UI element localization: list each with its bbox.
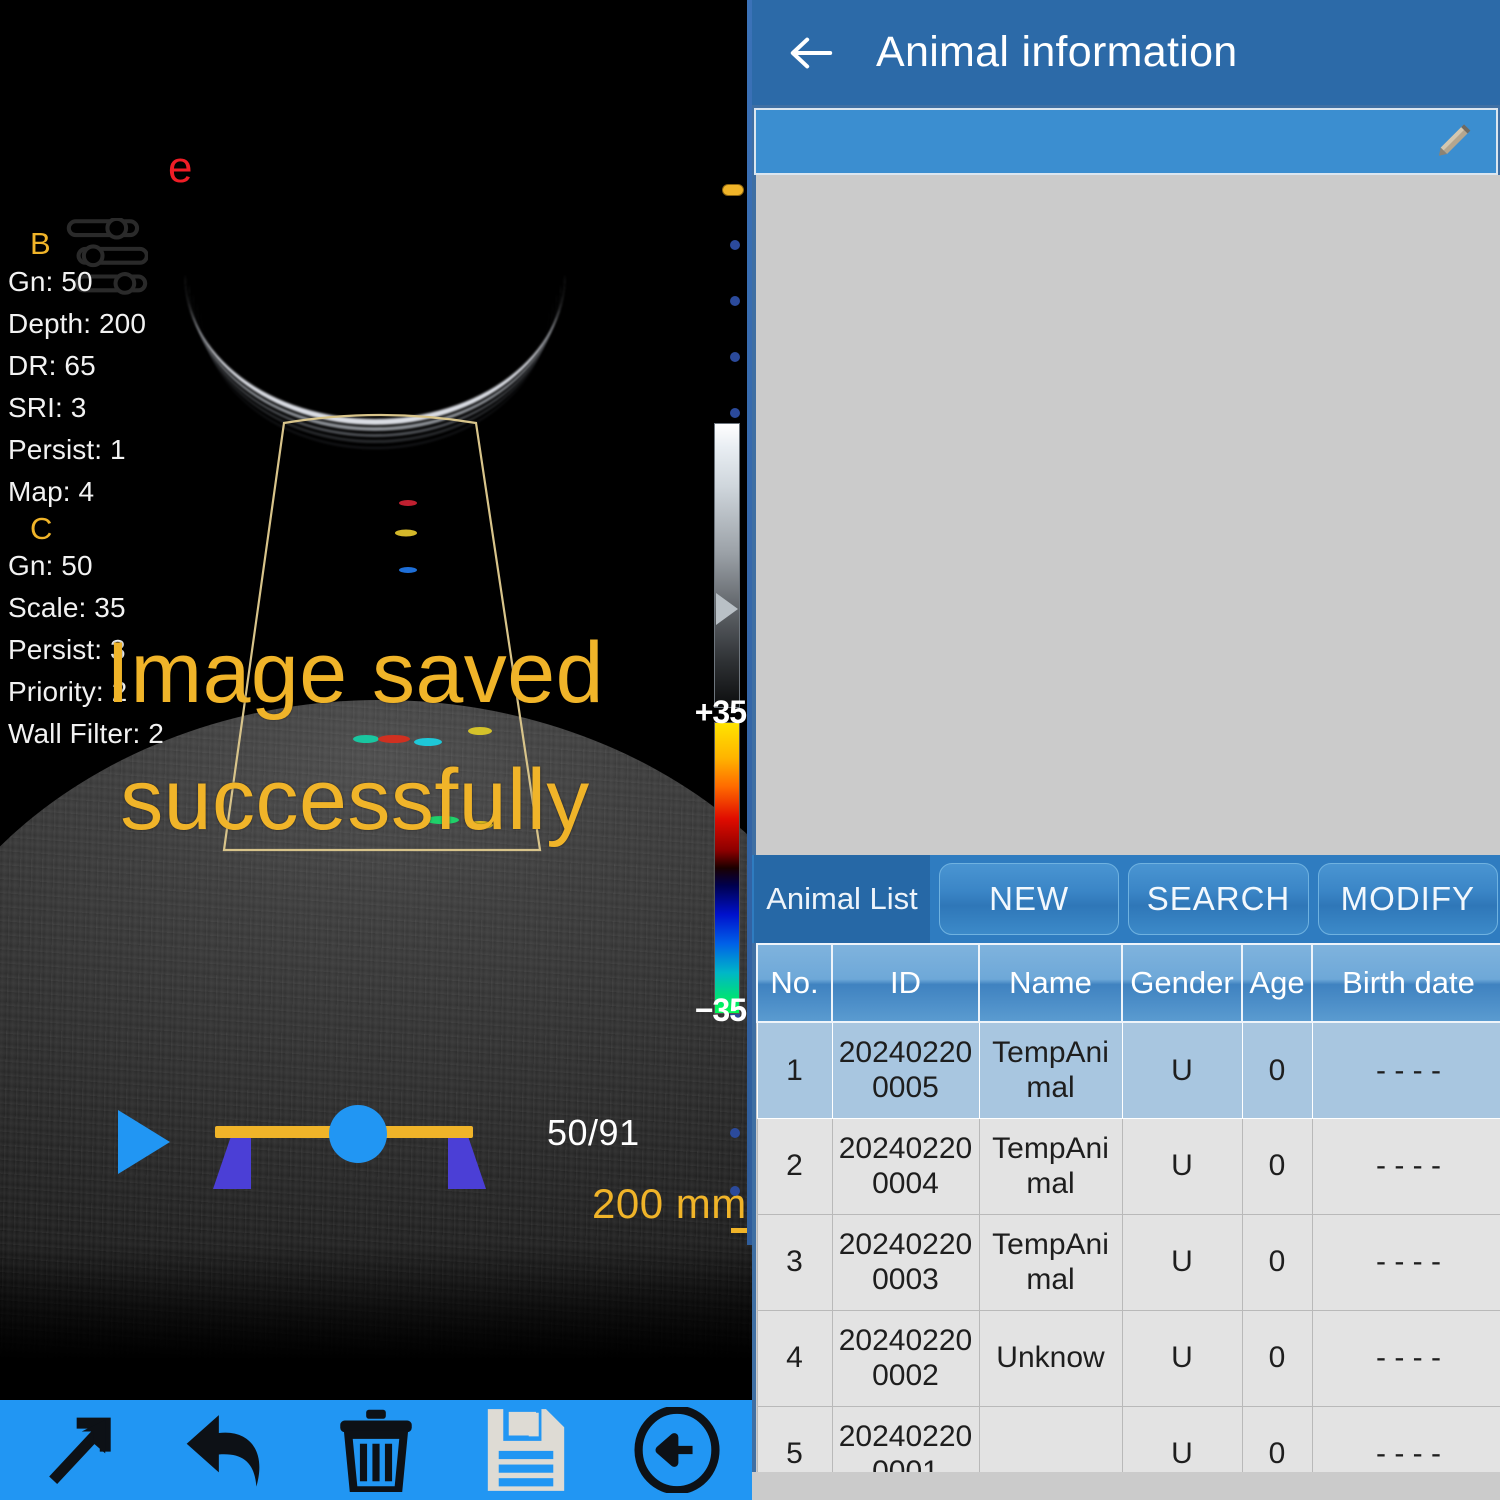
cell-birth: - - - - <box>1311 1405 1500 1472</box>
back-button[interactable] <box>602 1400 752 1500</box>
cell-no: 4 <box>756 1309 833 1407</box>
cell-id: 202402200005 <box>831 1021 980 1119</box>
doppler-scale-min: −35 <box>694 992 747 1028</box>
ultrasound-panel: e B Gn: 50 Depth: 200 DR: 65 SRI: 3 Pers… <box>0 0 752 1500</box>
table-header-row: No. ID Name Gender Age Birth date <box>756 943 1500 1023</box>
column-header[interactable]: Name <box>978 943 1123 1023</box>
search-button[interactable]: SEARCH <box>1128 863 1309 935</box>
cell-no: 3 <box>756 1213 833 1311</box>
cell-no: 5 <box>756 1405 833 1472</box>
pencil-icon[interactable] <box>1430 120 1474 164</box>
animal-table-viewport[interactable]: No. ID Name Gender Age Birth date 1 2024022000… <box>752 943 1500 1472</box>
cell-birth: - - - - <box>1311 1309 1500 1407</box>
cell-id: 202402200002 <box>831 1309 980 1407</box>
animal-name-field[interactable] <box>754 108 1498 175</box>
cell-no: 1 <box>756 1021 833 1119</box>
delete-button[interactable] <box>301 1400 451 1500</box>
cell-age: 0 <box>1241 1309 1313 1407</box>
modify-button[interactable]: MODIFY <box>1317 863 1498 935</box>
tab-animal-list[interactable]: Animal List <box>754 855 930 943</box>
grayscale-pointer-icon[interactable] <box>716 593 738 625</box>
toast-message: Image saved successfully <box>106 625 604 849</box>
cine-play-button[interactable] <box>118 1110 170 1174</box>
table-body: 1 202402200005 TempAnimal U 0- - - -2 2024022… <box>756 1021 1500 1472</box>
table-row[interactable]: 2 202402200004 TempAnimal U 0- - - - <box>756 1117 1500 1215</box>
cell-name: TempAnimal <box>978 1117 1123 1215</box>
animal-table: No. ID Name Gender Age Birth date 1 2024022000… <box>756 943 1500 1472</box>
cell-gender: U <box>1121 1117 1243 1215</box>
screen: e B Gn: 50 Depth: 200 DR: 65 SRI: 3 Pers… <box>0 0 1500 1500</box>
animal-list-tabbar: Animal List NEW SEARCH MODIFY <box>752 855 1500 943</box>
cell-age: 0 <box>1241 1021 1313 1119</box>
column-header[interactable]: No. <box>756 943 833 1023</box>
grayscale-bar <box>714 423 740 708</box>
name-field-wrap <box>752 105 1500 175</box>
b-param-depth: Depth: 200 <box>8 307 146 339</box>
orientation-marker: e <box>168 143 193 192</box>
b-param-dr: DR: 65 <box>8 349 96 381</box>
table-row[interactable]: 3 202402200003 TempAnimal U 0- - - - <box>756 1213 1500 1311</box>
cell-name <box>978 1405 1123 1472</box>
animal-detail-area <box>752 175 1500 855</box>
animal-information-panel: Animal information Animal List NEW SEARC… <box>752 0 1500 1500</box>
cell-birth: - - - - <box>1311 1117 1500 1215</box>
b-mode-label: B <box>30 226 51 261</box>
doppler-scale-max: +35 <box>694 694 747 730</box>
arrow-left-icon[interactable] <box>788 30 834 76</box>
cell-gender: U <box>1121 1309 1243 1407</box>
tissue-fade <box>0 1245 752 1405</box>
cell-name: TempAnimal <box>978 1021 1123 1119</box>
cell-age: 0 <box>1241 1117 1313 1215</box>
export-button[interactable] <box>0 1400 150 1500</box>
table-row[interactable]: 1 202402200005 TempAnimal U 0- - - - <box>756 1021 1500 1119</box>
page-title: Animal information <box>876 28 1238 76</box>
column-header[interactable]: Birth date <box>1311 943 1500 1023</box>
cell-gender: U <box>1121 1213 1243 1311</box>
new-button[interactable]: NEW <box>939 863 1120 935</box>
undo-button[interactable] <box>150 1400 300 1500</box>
cell-name: TempAnimal <box>978 1213 1123 1311</box>
table-row[interactable]: 4 202402200002 Unknow U 0- - - - <box>756 1309 1500 1407</box>
save-icon <box>488 1407 565 1491</box>
cell-age: 0 <box>1241 1213 1313 1311</box>
table-row[interactable]: 5 202402200001 U 0- - - - <box>756 1405 1500 1472</box>
column-header[interactable]: Age <box>1241 943 1313 1023</box>
column-header[interactable]: Gender <box>1121 943 1243 1023</box>
cell-birth: - - - - <box>1311 1213 1500 1311</box>
app-header: Animal information <box>752 0 1500 105</box>
export-arrow-icon <box>49 1417 111 1484</box>
cell-id: 202402200004 <box>831 1117 980 1215</box>
cell-id: 202402200003 <box>831 1213 980 1311</box>
doppler-color-bar <box>714 722 740 1014</box>
cell-birth: - - - - <box>1311 1021 1500 1119</box>
cell-age: 0 <box>1241 1405 1313 1472</box>
trash-icon <box>340 1409 412 1492</box>
cell-gender: U <box>1121 1405 1243 1472</box>
column-header[interactable]: ID <box>831 943 980 1023</box>
cell-gender: U <box>1121 1021 1243 1119</box>
save-button[interactable] <box>451 1400 601 1500</box>
cell-no: 2 <box>756 1117 833 1215</box>
undo-icon <box>186 1415 259 1487</box>
cine-slider-knob[interactable] <box>329 1105 387 1163</box>
frame-counter: 50/91 <box>547 1112 640 1153</box>
back-circle-icon <box>634 1407 720 1493</box>
cell-name: Unknow <box>978 1309 1123 1407</box>
cell-id: 202402200001 <box>831 1405 980 1472</box>
b-param-gn: Gn: 50 <box>8 265 93 297</box>
near-field-arc <box>185 125 565 449</box>
ultrasound-toolbar <box>0 1400 752 1500</box>
